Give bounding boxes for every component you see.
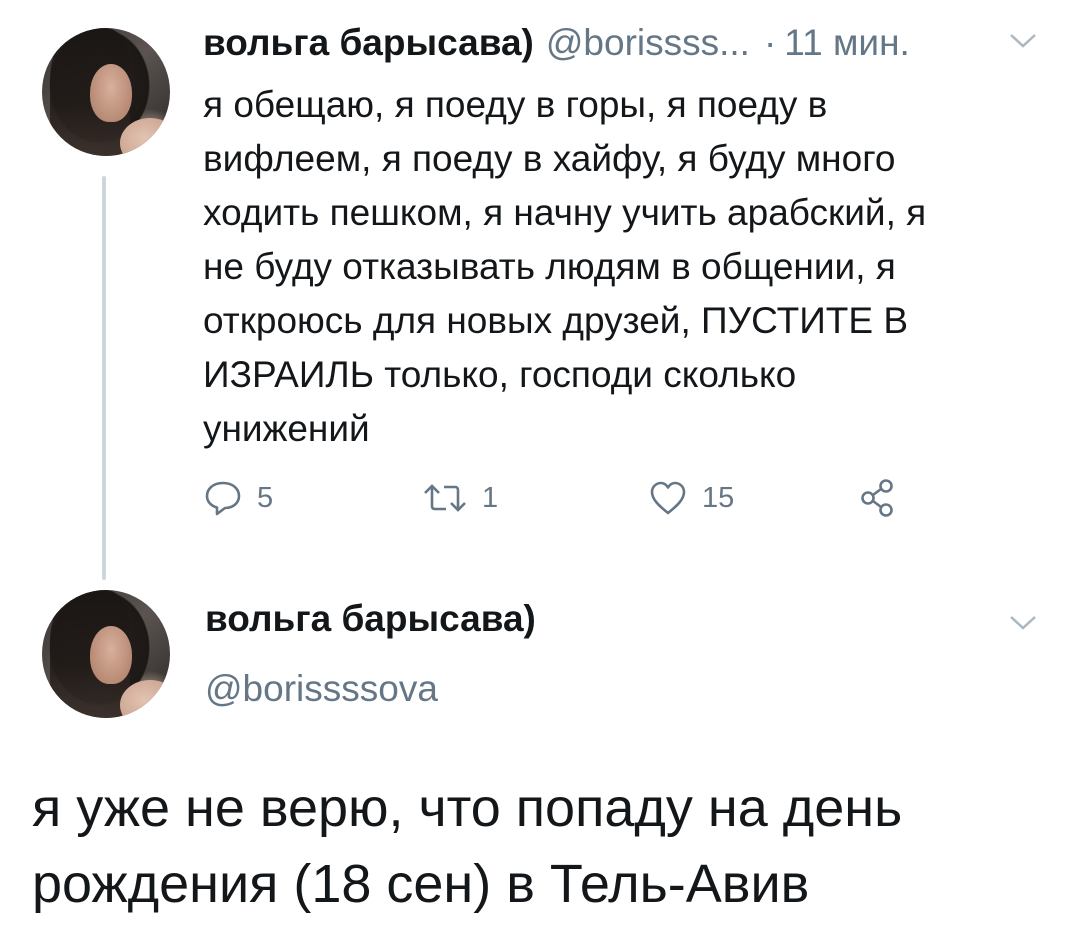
tweet-text-line: унижений <box>203 408 370 449</box>
tweet-text-line: ИЗРАИЛЬ только, господи сколько <box>203 354 797 395</box>
tweet-text-line: я обещаю, я поеду в горы, я поеду в <box>203 84 828 125</box>
tweet-timestamp[interactable]: 11 мин. <box>784 22 910 64</box>
tweet-text-line: откроюсь для новых друзей, ПУСТИТЕ В <box>203 300 909 341</box>
author-handle[interactable]: @borissss... <box>546 22 750 64</box>
reply-tweet-text: я уже не верю, что попаду на день рожден… <box>32 770 1062 922</box>
chevron-down-icon[interactable] <box>1008 30 1038 52</box>
heart-icon <box>648 479 688 517</box>
tweet-text: я обещаю, я поеду в горы, я поеду в вифл… <box>203 78 1063 456</box>
share-icon <box>858 478 898 518</box>
reply-author-name[interactable]: вольга барысава) <box>205 598 536 640</box>
reply-author-handle[interactable]: @borissssova <box>205 668 438 710</box>
avatar-face <box>90 626 132 684</box>
retweet-count: 1 <box>482 481 499 514</box>
tweet-header: вольга барысава) @borissss... · 11 мин. <box>203 22 910 72</box>
author-avatar[interactable] <box>42 28 170 156</box>
tweet-text-line: ходить пешком, я начну учить арабский, я <box>203 192 927 233</box>
share-button[interactable] <box>858 478 898 518</box>
tweet-text-line: не буду отказывать людям в общении, я <box>203 246 896 287</box>
reply-text-line: я уже не верю, что попаду на день <box>32 778 903 838</box>
thread-connector-line <box>102 176 106 580</box>
header-separator: · <box>763 22 777 63</box>
tweet-text-line: вифлеем, я поеду в хайфу, я буду много <box>203 138 896 179</box>
reply-icon <box>203 479 243 517</box>
retweet-icon <box>422 479 468 517</box>
reply-count: 5 <box>257 481 274 514</box>
author-name[interactable]: вольга барысава) <box>203 22 534 64</box>
retweet-button[interactable]: 1 <box>422 478 498 518</box>
like-count: 15 <box>702 481 735 514</box>
reply-button[interactable]: 5 <box>203 478 273 518</box>
like-button[interactable]: 15 <box>648 478 734 518</box>
avatar-face <box>90 64 132 122</box>
chevron-down-icon[interactable] <box>1008 612 1038 634</box>
reply-text-line: рождения (18 сен) в Тель-Авив <box>32 854 810 914</box>
reply-author-avatar[interactable] <box>42 590 170 718</box>
